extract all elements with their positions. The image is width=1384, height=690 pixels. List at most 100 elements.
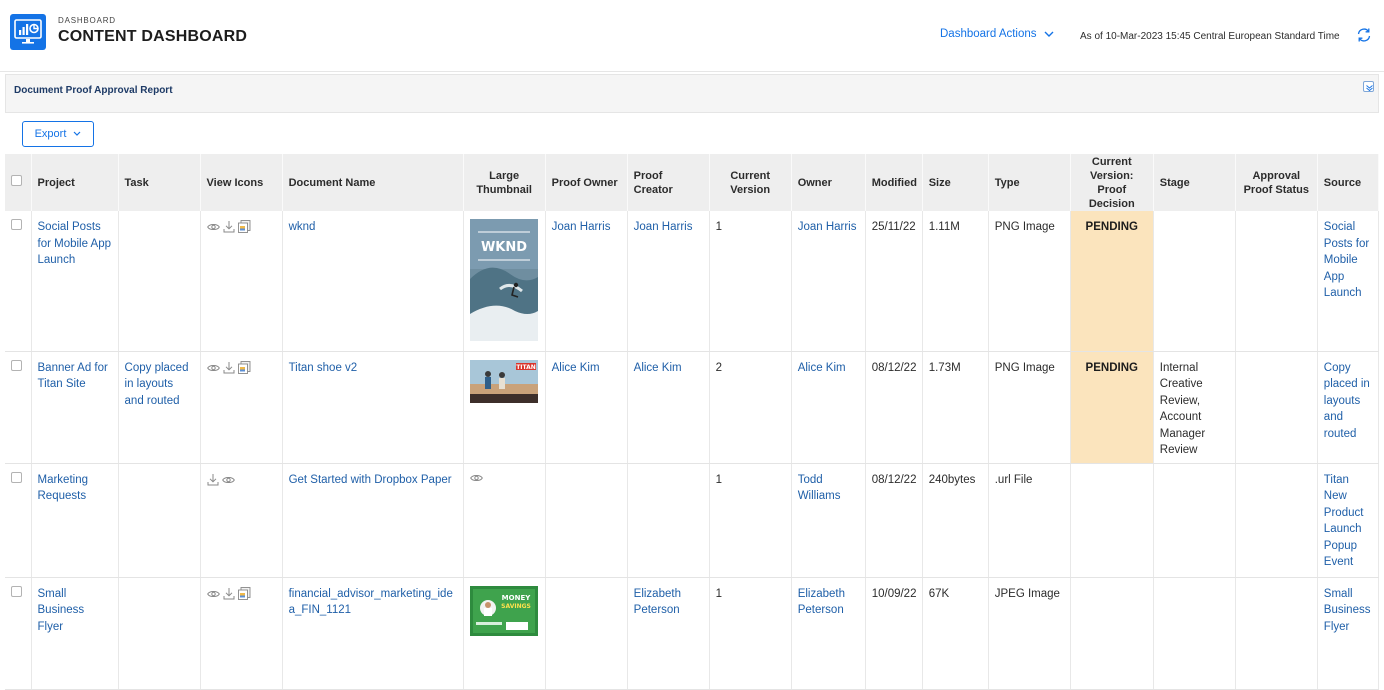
table-row: Social Posts for Mobile App Launch wknd	[5, 211, 1380, 352]
col-size[interactable]: Size	[922, 154, 989, 211]
download-icon[interactable]	[207, 473, 219, 492]
col-proof-decision[interactable]: Current Version: Proof Decision	[1070, 154, 1154, 211]
type-cell: .url File	[988, 463, 1071, 578]
row-select-cell	[5, 577, 32, 690]
col-stage[interactable]: Stage	[1153, 154, 1236, 211]
col-modified[interactable]: Modified	[865, 154, 923, 211]
modified-cell: 10/09/22	[865, 577, 923, 690]
col-proof-creator[interactable]: Proof Creator	[627, 154, 710, 211]
source-link[interactable]: Copy placed in layouts and routed	[1317, 351, 1380, 464]
export-button[interactable]: Export	[22, 121, 94, 147]
proof-creator-link[interactable]: Alice Kim	[627, 351, 710, 464]
stage-cell	[1153, 463, 1236, 578]
col-approval-l2: Proof Status	[1243, 183, 1309, 196]
col-document-name[interactable]: Document Name	[282, 154, 464, 211]
col-project[interactable]: Project	[31, 154, 119, 211]
dashboard-actions-label: Dashboard Actions	[940, 28, 1037, 40]
download-icon[interactable]	[223, 220, 235, 239]
proof-image-icon[interactable]	[237, 220, 251, 239]
proof-image-icon[interactable]	[237, 586, 251, 606]
thumbnail-cell: TITAN	[463, 351, 546, 464]
col-current-version[interactable]: Current Version	[709, 154, 792, 211]
app-eyebrow: DASHBOARD	[58, 16, 116, 25]
size-cell: 1.73M	[922, 351, 989, 464]
download-icon[interactable]	[223, 587, 235, 606]
current-version-cell: 1	[709, 577, 792, 690]
row-checkbox[interactable]	[11, 585, 22, 597]
money-savings-thumbnail[interactable]: MONEY SAVINGS	[469, 585, 538, 636]
approval-status-cell	[1235, 211, 1318, 352]
proof-owner-link[interactable]: Alice Kim	[545, 351, 628, 464]
project-link[interactable]: Small Business Flyer	[31, 577, 119, 690]
eye-icon[interactable]	[469, 474, 483, 486]
type-cell: PNG Image	[988, 351, 1071, 464]
page-title: CONTENT DASHBOARD	[58, 28, 248, 45]
document-name-link[interactable]: financial_advisor_marketing_idea_FIN_112…	[282, 577, 464, 690]
view-icons-cell	[200, 211, 283, 352]
proof-creator-link[interactable]: Elizabeth Peterson	[627, 577, 710, 690]
owner-link[interactable]: Elizabeth Peterson	[791, 577, 866, 690]
col-proof-decision-l2: Version: Proof	[1090, 169, 1134, 196]
document-name-link[interactable]: wknd	[282, 211, 464, 352]
task-link[interactable]: Copy placed in layouts and routed	[118, 351, 201, 464]
money-thumb-text-2: SAVINGS	[501, 603, 531, 610]
eye-icon[interactable]	[206, 362, 220, 379]
proof-owner-link[interactable]: Joan Harris	[545, 211, 628, 352]
project-link[interactable]: Banner Ad for Titan Site	[31, 351, 119, 464]
wknd-thumbnail[interactable]: WKND	[469, 219, 538, 341]
document-name-link[interactable]: Titan shoe v2	[282, 351, 464, 464]
col-approval-proof-status[interactable]: Approval Proof Status	[1235, 154, 1318, 211]
view-icons-cell	[200, 463, 283, 578]
proof-owner-link[interactable]	[545, 577, 628, 690]
download-icon[interactable]	[223, 361, 235, 380]
proof-decision-cell: PENDING	[1070, 351, 1154, 464]
titan-thumbnail[interactable]: TITAN	[469, 359, 538, 403]
current-version-cell: 1	[709, 211, 792, 352]
proof-owner-link[interactable]	[545, 463, 628, 578]
eye-icon[interactable]	[221, 474, 235, 491]
col-source[interactable]: Source	[1317, 154, 1380, 211]
eye-icon[interactable]	[206, 588, 220, 605]
dashboard-actions-dropdown[interactable]: Dashboard Actions	[940, 28, 1054, 40]
col-proof-owner[interactable]: Proof Owner	[545, 154, 628, 211]
current-version-cell: 2	[709, 351, 792, 464]
modified-cell: 08/12/22	[865, 351, 923, 464]
col-owner[interactable]: Owner	[791, 154, 866, 211]
row-checkbox[interactable]	[11, 471, 22, 483]
refresh-icon[interactable]	[1355, 26, 1373, 47]
thumbnail-cell: WKND	[463, 211, 546, 352]
owner-link[interactable]: Joan Harris	[791, 211, 866, 352]
stage-cell: Internal Creative Review, Account Manage…	[1153, 351, 1236, 464]
size-cell: 67K	[922, 577, 989, 690]
owner-link[interactable]: Todd Williams	[791, 463, 866, 578]
project-link[interactable]: Marketing Requests	[31, 463, 119, 578]
source-link[interactable]: Titan New Product Launch Popup Event	[1317, 463, 1380, 578]
proof-creator-link[interactable]: Joan Harris	[627, 211, 710, 352]
eye-icon[interactable]	[206, 221, 220, 238]
wknd-thumb-text: WKND	[481, 240, 527, 255]
row-checkbox[interactable]	[11, 219, 22, 230]
document-name-link[interactable]: Get Started with Dropbox Paper	[282, 463, 464, 578]
collapse-icon[interactable]	[1363, 81, 1374, 92]
source-link[interactable]: Small Business Flyer	[1317, 577, 1380, 690]
col-type[interactable]: Type	[988, 154, 1071, 211]
table-row: Marketing Requests Get Started with Drop…	[5, 463, 1380, 578]
col-proof-decision-l3: Decision	[1088, 197, 1135, 210]
view-icons-cell	[200, 351, 283, 464]
row-checkbox[interactable]	[11, 359, 22, 371]
thumbnail-cell: MONEY SAVINGS	[463, 577, 546, 690]
owner-link[interactable]: Alice Kim	[791, 351, 866, 464]
row-select-cell	[5, 463, 32, 578]
col-current-version-l2: Version	[730, 183, 771, 196]
col-view-icons[interactable]: View Icons	[200, 154, 283, 211]
export-label: Export	[34, 128, 67, 140]
col-large-thumbnail[interactable]: Large Thumbnail	[463, 154, 546, 211]
select-all-checkbox[interactable]	[11, 175, 22, 186]
col-proof-decision-l1: Current	[1091, 155, 1132, 168]
source-link[interactable]: Social Posts for Mobile App Launch	[1317, 211, 1380, 352]
proof-image-icon[interactable]	[237, 360, 251, 380]
project-link[interactable]: Social Posts for Mobile App Launch	[31, 211, 119, 352]
proof-creator-link[interactable]	[627, 463, 710, 578]
size-cell: 240bytes	[922, 463, 989, 578]
col-task[interactable]: Task	[118, 154, 201, 211]
